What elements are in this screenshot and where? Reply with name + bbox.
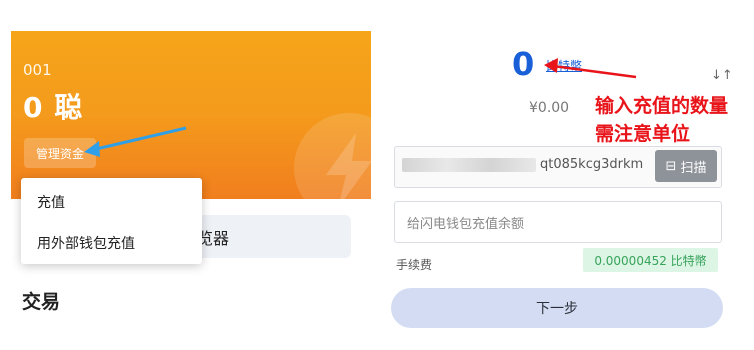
section-title-trade: 交易 [22, 291, 61, 313]
address-blurred-prefix [402, 158, 536, 172]
memo-placeholder: 给闪电钱包充值余额 [407, 217, 525, 232]
scan-button[interactable]: ⊟ 扫描 [655, 150, 717, 182]
next-step-button[interactable]: 下一步 [391, 288, 723, 328]
manage-funds-button[interactable]: 管理资金 [24, 138, 96, 168]
fee-label: 手续费 [396, 258, 433, 272]
menu-item-deposit[interactable]: 充值 [37, 192, 65, 212]
amount-input[interactable]: 0 [512, 45, 534, 83]
address-text: qt085kcg3drkm [540, 157, 644, 172]
fiat-value: ¥0.00 [529, 100, 570, 116]
open-browser-button[interactable]: 览器 [194, 215, 351, 258]
menu-item-external-wallet-deposit[interactable]: 用外部钱包充值 [37, 233, 135, 253]
unit-toggle-link[interactable]: 比特幣 [546, 57, 582, 74]
scan-label: 扫描 [680, 160, 707, 176]
lightning-bolt-icon [294, 113, 371, 199]
wallet-balance: 0 聪 [23, 91, 84, 124]
wallet-id: 001 [23, 61, 52, 79]
fee-badge: 0.00000452 比特幣 [583, 248, 718, 272]
swap-units-icon[interactable]: ↓↑ [711, 68, 733, 83]
funds-dropdown-menu: 充值 用外部钱包充值 [21, 178, 202, 264]
annotation-text: 输入充值的数量需注意单位 [595, 95, 729, 145]
wallet-card[interactable]: 001 0 聪 管理资金 [11, 31, 371, 199]
scan-icon: ⊟ [665, 158, 677, 174]
